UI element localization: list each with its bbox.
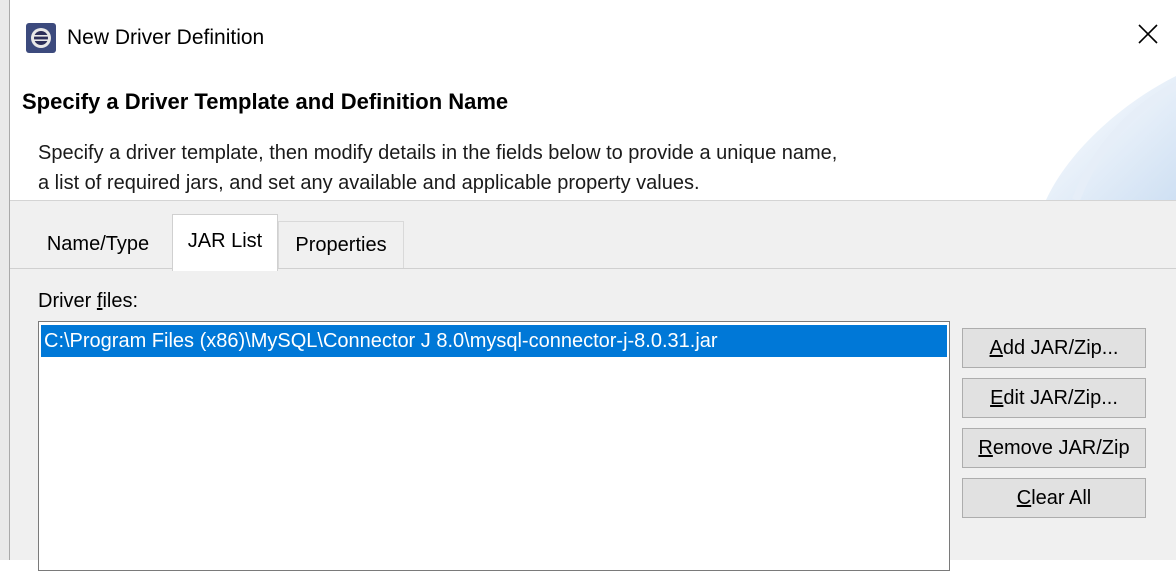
tab-name-type[interactable]: Name/Type [28,221,168,268]
description-line: a list of required jars, and set any ava… [38,172,700,194]
label-text: iles: [102,290,139,312]
driver-files-label: Driver files: [38,287,138,315]
tab-properties[interactable]: Properties [278,221,404,269]
close-icon [1137,23,1159,50]
eclipse-icon [25,22,57,54]
remove-jar-button[interactable]: Remove JAR/Zip [962,428,1146,468]
wizard-banner-graphic [1026,76,1176,200]
page-description: Specify a driver template, then modify d… [38,138,1038,198]
button-label: dd JAR/Zip... [1002,337,1119,359]
title-bar: New Driver Definition [10,0,1176,76]
clear-all-button[interactable]: Clear All [962,478,1146,518]
add-jar-button[interactable]: Add JAR/Zip... [962,328,1146,368]
tab-jar-list[interactable]: JAR List [172,214,278,271]
mnemonic: R [978,437,993,459]
close-button[interactable] [1120,10,1176,62]
button-label: lear All [1031,487,1092,509]
mnemonic: C [1016,487,1032,509]
button-label: dit JAR/Zip... [1003,387,1118,409]
edit-jar-button[interactable]: Edit JAR/Zip... [962,378,1146,418]
dialog-window: New Driver Definition Specify a Driver T… [10,0,1176,571]
list-item[interactable]: C:\Program Files (x86)\MySQL\Connector J… [41,325,947,357]
mnemonic: E [990,387,1004,409]
page-title: Specify a Driver Template and Definition… [22,89,509,114]
label-text: Driver [38,290,97,312]
tab-strip: Name/Type JAR List Properties [10,201,1176,271]
description-line: Specify a driver template, then modify d… [38,142,838,164]
wizard-banner: Specify a Driver Template and Definition… [10,76,1176,200]
button-label: emove JAR/Zip [992,437,1130,459]
window-title: New Driver Definition [67,26,265,49]
background-window-edge [0,0,10,560]
driver-files-list[interactable]: C:\Program Files (x86)\MySQL\Connector J… [38,321,950,571]
mnemonic: A [989,337,1003,359]
jar-list-panel: Driver files: C:\Program Files (x86)\MyS… [10,269,1176,571]
